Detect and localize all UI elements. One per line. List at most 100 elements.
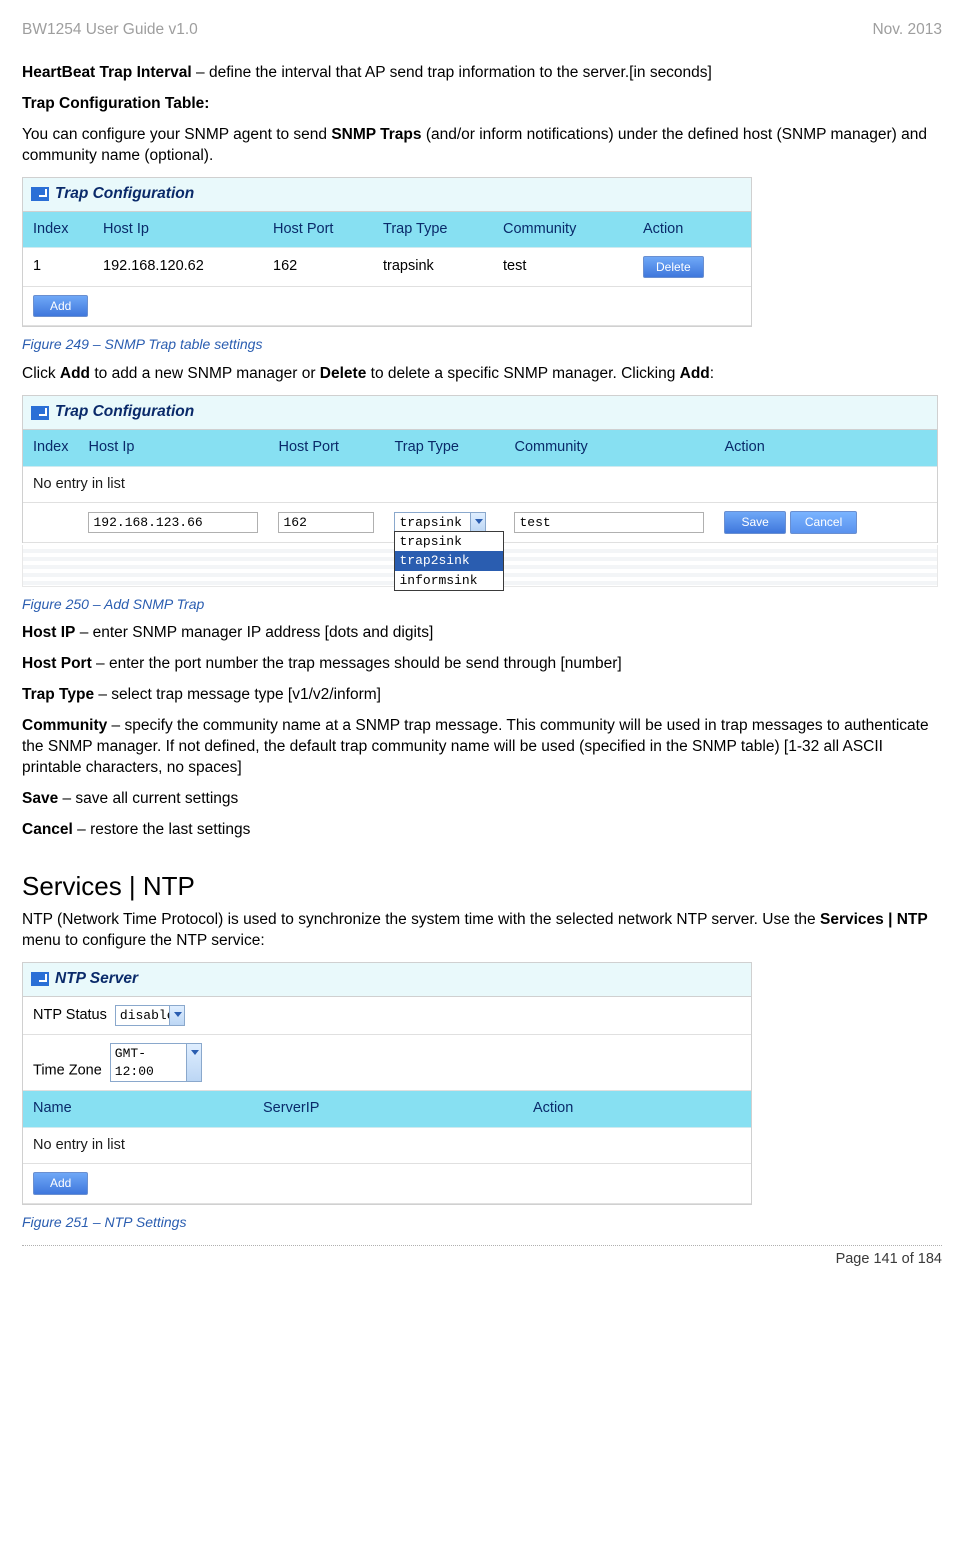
ntp-intro-2: menu to configure the NTP service: [22, 932, 265, 949]
col-hostip: Host Ip [93, 212, 263, 248]
txt-click4: : [710, 365, 714, 382]
ntp-tz-select[interactable]: GMT-12:00 [110, 1043, 202, 1082]
chevron-down-icon [186, 1044, 201, 1081]
ntp-panel: NTP Server NTP Status disable Time Zone … [22, 962, 752, 1205]
def-traptype: Trap Type – select trap message type [v1… [22, 685, 942, 706]
ntp-intro-bold: Services | NTP [820, 911, 928, 928]
hostip-input[interactable] [88, 512, 258, 533]
def-save-term: Save [22, 790, 58, 807]
add-button[interactable]: Add [33, 295, 88, 317]
cell-community: test [493, 248, 633, 287]
no-entry-row: No entry in list [23, 466, 937, 503]
para-trapconf-body: You can configure your SNMP agent to sen… [22, 125, 942, 167]
txt-click2: to add a new SNMP manager or [90, 365, 320, 382]
col-name: Name [23, 1091, 253, 1128]
ntp-header-row: Name ServerIP Action [23, 1091, 751, 1128]
txt-delb: Delete [320, 365, 367, 382]
save-button[interactable]: Save [724, 511, 785, 533]
option-trap2sink[interactable]: trap2sink [395, 551, 503, 571]
trap-table: Index Host Ip Host Port Trap Type Commun… [23, 212, 751, 327]
term-heartbeat-desc: – define the interval that AP send trap … [192, 64, 712, 81]
def-cancel: Cancel – restore the last settings [22, 820, 942, 841]
figure-251-caption: Figure 251 – NTP Settings [22, 1213, 942, 1232]
trap-add-panel: Trap Configuration Index Host Ip Host Po… [22, 395, 938, 542]
page-footer: Page 141 of 184 [22, 1245, 942, 1270]
ntp-add-row: Add [23, 1164, 751, 1203]
doc-title: BW1254 User Guide v1.0 [22, 20, 198, 41]
ntp-no-entry-text: No entry in list [23, 1127, 751, 1164]
ntp-tz-label: Time Zone [33, 1063, 102, 1079]
cell-hostport: 162 [263, 248, 373, 287]
col-traptype: Trap Type [384, 430, 504, 466]
cell-traptype: trapsink [373, 248, 493, 287]
trap-config-panel: Trap Configuration Index Host Ip Host Po… [22, 177, 752, 328]
def-cancel-term: Cancel [22, 821, 73, 838]
trap-add-table: Index Host Ip Host Port Trap Type Commun… [23, 430, 937, 542]
traptype-select[interactable]: trapsink trapsink trap2sink informsink [394, 512, 486, 534]
panel-icon [31, 187, 49, 201]
page-header: BW1254 User Guide v1.0 Nov. 2013 [22, 20, 942, 41]
def-traptype-term: Trap Type [22, 686, 94, 703]
col-hostport: Host Port [268, 430, 384, 466]
def-hostport-text: – enter the port number the trap message… [92, 655, 622, 672]
def-hostip-term: Host IP [22, 624, 75, 641]
chevron-down-icon [470, 513, 485, 533]
txt-click3: to delete a specific SNMP manager. Click… [366, 365, 679, 382]
table-row: 1 192.168.120.62 162 trapsink test Delet… [23, 248, 751, 287]
trap-add-header: Trap Configuration [23, 396, 937, 430]
trap-config-header: Trap Configuration [23, 178, 751, 212]
col-traptype: Trap Type [373, 212, 493, 248]
figure-250-caption: Figure 250 – Add SNMP Trap [22, 595, 942, 614]
col-hostip: Host Ip [78, 430, 268, 466]
trap-add-block: Trap Configuration Index Host Ip Host Po… [22, 395, 938, 586]
cancel-button[interactable]: Cancel [790, 511, 857, 533]
txt-click1: Click [22, 365, 60, 382]
def-save-text: – save all current settings [58, 790, 238, 807]
traptype-dropdown: trapsink trap2sink informsink [394, 531, 504, 592]
para-ntp-intro: NTP (Network Time Protocol) is used to s… [22, 910, 942, 952]
panel-icon [31, 406, 49, 420]
def-hostport: Host Port – enter the port number the tr… [22, 654, 942, 675]
txt-snmptraps-bold: SNMP Traps [331, 126, 421, 143]
hostport-input[interactable] [278, 512, 374, 533]
col-action: Action [523, 1091, 751, 1128]
community-input[interactable] [514, 512, 704, 533]
trap-add-header-row: Index Host Ip Host Port Trap Type Commun… [23, 430, 937, 466]
txt-addb1: Add [60, 365, 90, 382]
option-trapsink[interactable]: trapsink [395, 532, 503, 552]
delete-button[interactable]: Delete [643, 256, 704, 278]
ntp-status-select[interactable]: disable [115, 1005, 185, 1027]
trap-add-title: Trap Configuration [55, 402, 194, 423]
col-action: Action [714, 430, 937, 466]
col-community: Community [504, 430, 714, 466]
col-community: Community [493, 212, 633, 248]
def-hostip-text: – enter SNMP manager IP address [dots an… [75, 624, 433, 641]
para-click-add: Click Add to add a new SNMP manager or D… [22, 364, 942, 385]
def-cancel-text: – restore the last settings [73, 821, 250, 838]
col-index: Index [23, 430, 78, 466]
def-community-text: – specify the community name at a SNMP t… [22, 717, 929, 776]
cell-index: 1 [23, 248, 93, 287]
def-traptype-text: – select trap message type [v1/v2/inform… [94, 686, 381, 703]
col-serverip: ServerIP [253, 1091, 523, 1128]
trap-header-row: Index Host Ip Host Port Trap Type Commun… [23, 212, 751, 248]
ntp-panel-title: NTP Server [55, 969, 138, 990]
figure-249-caption: Figure 249 – SNMP Trap table settings [22, 335, 942, 354]
ntp-intro-1: NTP (Network Time Protocol) is used to s… [22, 911, 820, 928]
def-save: Save – save all current settings [22, 789, 942, 810]
option-informsink[interactable]: informsink [395, 571, 503, 591]
col-action: Action [633, 212, 751, 248]
cell-hostip: 192.168.120.62 [93, 248, 263, 287]
ntp-no-entry-row: No entry in list [23, 1127, 751, 1164]
txt-addb2: Add [680, 365, 710, 382]
add-row: Add [23, 287, 751, 326]
txt-trapconf-1: You can configure your SNMP agent to sen… [22, 126, 331, 143]
col-hostport: Host Port [263, 212, 373, 248]
add-button[interactable]: Add [33, 1172, 88, 1194]
section-ntp-title: Services | NTP [22, 869, 942, 904]
def-community: Community – specify the community name a… [22, 716, 942, 779]
ntp-table: NTP Status disable Time Zone GMT-12:00 N… [23, 997, 751, 1204]
page-number: Page 141 of 184 [836, 1251, 942, 1267]
col-index: Index [23, 212, 93, 248]
ntp-tz-row: Time Zone GMT-12:00 [23, 1035, 751, 1091]
